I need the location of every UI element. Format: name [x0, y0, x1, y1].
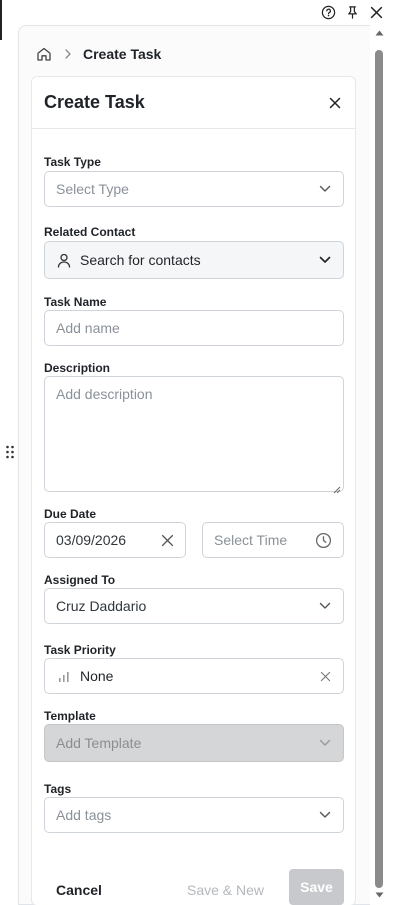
priority-bars-icon [56, 668, 72, 684]
description-label: Description [44, 361, 111, 375]
assigned-to-select[interactable]: Cruz Daddario [44, 588, 344, 624]
close-icon[interactable] [327, 95, 343, 111]
due-time-select[interactable]: Select Time [202, 522, 344, 558]
tags-placeholder: Add tags [56, 807, 112, 823]
user-icon [56, 252, 72, 268]
scroll-down-arrow-icon[interactable] [374, 890, 384, 900]
side-panel: Create Task Create Task Task Type Select… [18, 25, 370, 905]
task-name-input[interactable]: Add name [44, 310, 344, 346]
description-placeholder: Add description [56, 386, 153, 402]
task-type-placeholder: Select Type [56, 181, 129, 197]
template-select[interactable]: Add Template [44, 724, 344, 762]
scroll-thumb[interactable] [375, 50, 383, 888]
task-type-label: Task Type [44, 155, 101, 169]
save-button[interactable]: Save [289, 869, 344, 905]
template-label: Template [44, 709, 96, 723]
clear-date-icon[interactable] [160, 533, 174, 547]
tags-label: Tags [44, 782, 72, 796]
chevron-down-icon [318, 599, 332, 613]
chevron-down-icon [318, 808, 332, 822]
chevron-down-icon [318, 736, 332, 750]
scrollbar[interactable] [374, 28, 384, 900]
breadcrumb-current: Create Task [83, 46, 162, 62]
window-controls [320, 3, 384, 21]
task-name-label: Task Name [44, 295, 107, 309]
description-textarea[interactable]: Add description [44, 376, 344, 494]
chevron-down-icon [318, 182, 332, 196]
task-type-select[interactable]: Select Type [44, 171, 344, 207]
chevron-right-icon [63, 49, 73, 59]
card-header: Create Task [32, 77, 355, 129]
create-task-card: Create Task Task Type Select Type Relate… [31, 76, 356, 905]
home-icon[interactable] [35, 45, 53, 63]
window-edge [0, 0, 2, 40]
due-date-label: Due Date [44, 507, 97, 521]
related-contact-search[interactable]: Search for contacts [44, 241, 344, 279]
card-title: Create Task [44, 92, 145, 112]
tags-select[interactable]: Add tags [44, 797, 344, 833]
clear-priority-icon[interactable] [318, 669, 332, 683]
close-icon[interactable] [368, 4, 384, 20]
breadcrumb: Create Task [35, 44, 161, 64]
pin-icon[interactable] [344, 4, 360, 20]
chevron-down-icon [318, 253, 332, 267]
due-date-value: 03/09/2026 [56, 532, 127, 548]
template-placeholder: Add Template [56, 735, 142, 751]
related-contact-label: Related Contact [44, 225, 136, 239]
task-priority-label: Task Priority [44, 643, 116, 657]
assigned-to-label: Assigned To [44, 573, 116, 587]
resize-grip-icon[interactable] [333, 481, 341, 494]
task-name-placeholder: Add name [56, 320, 120, 336]
task-priority-select[interactable]: None [44, 658, 344, 694]
drag-handle-icon[interactable] [5, 444, 15, 460]
form-footer: Cancel Save & New Save [32, 869, 357, 905]
cancel-button[interactable]: Cancel [56, 882, 102, 898]
clock-icon [314, 531, 332, 549]
scroll-up-arrow-icon[interactable] [374, 28, 384, 38]
due-date-input[interactable]: 03/09/2026 [44, 522, 186, 558]
save-and-new-button[interactable]: Save & New [187, 882, 264, 898]
related-contact-placeholder: Search for contacts [80, 252, 201, 268]
help-circle-icon[interactable] [320, 4, 336, 20]
due-time-placeholder: Select Time [214, 532, 288, 548]
task-priority-value: None [80, 668, 114, 684]
assigned-to-value: Cruz Daddario [56, 598, 147, 614]
